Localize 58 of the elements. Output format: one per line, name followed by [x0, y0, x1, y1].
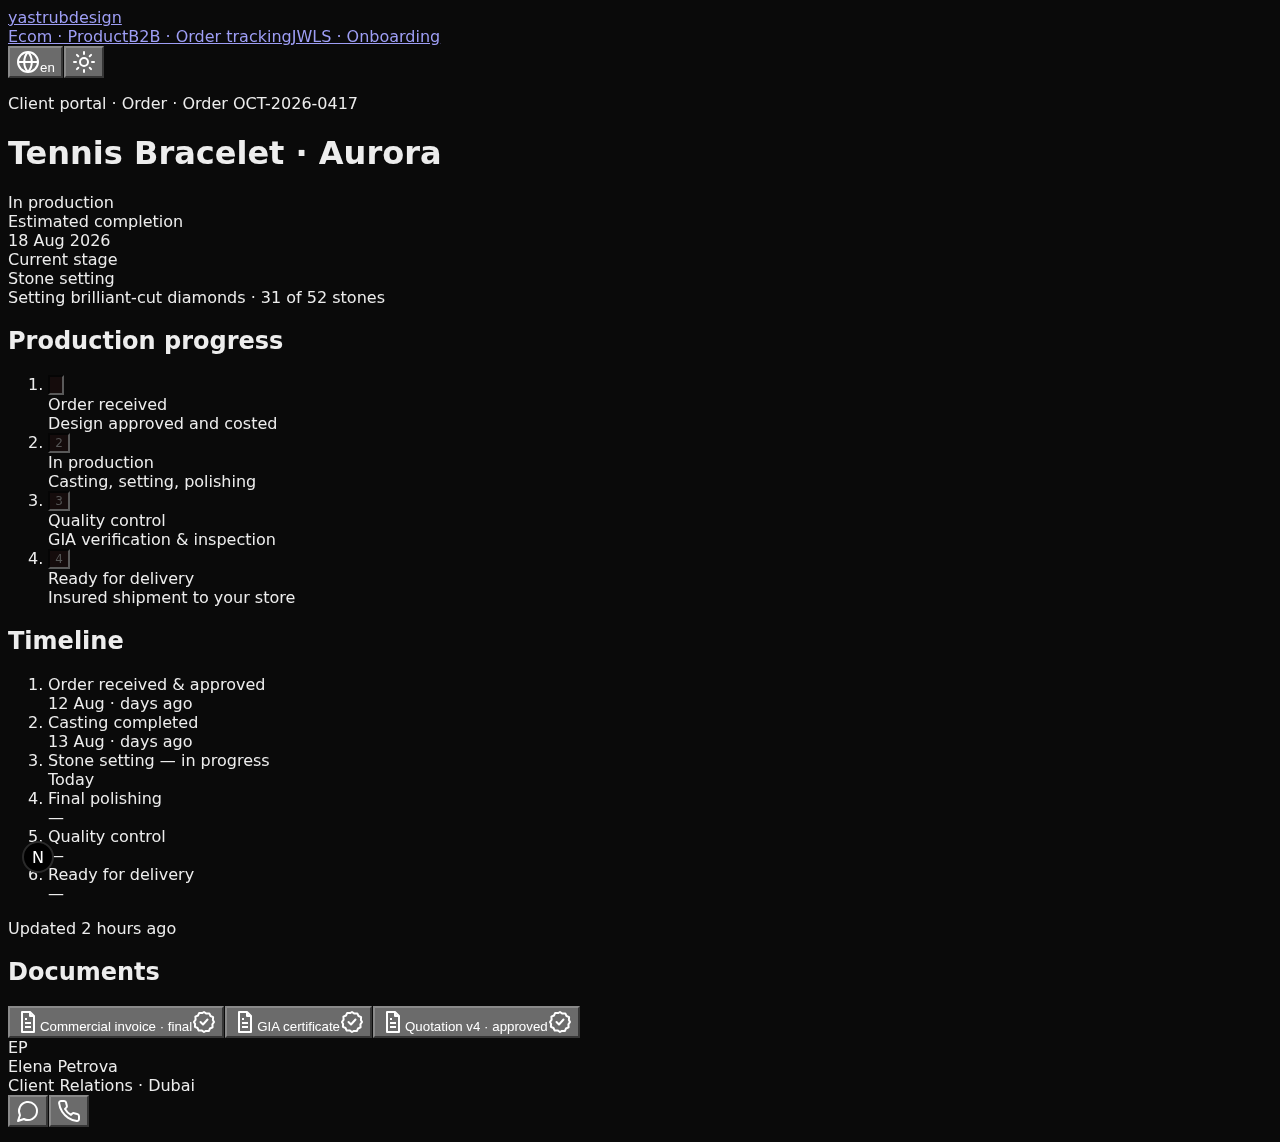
breadcrumb: Client portal · Order · Order OCT-2026-0417 [8, 94, 360, 113]
section-heading: Timeline [8, 627, 125, 655]
brand-link[interactable]: yastrubdesign [8, 8, 122, 27]
document-button[interactable]: Commercial invoice · final [8, 1006, 225, 1038]
list-number: 1. [28, 675, 44, 694]
step-title: In production [48, 453, 155, 472]
stage-value: Stone setting [8, 269, 116, 288]
contact-name: Elena Petrova [8, 1057, 119, 1076]
eta-label: Estimated completion [8, 212, 185, 231]
section-heading: Production progress [8, 327, 285, 355]
event-date: — [48, 808, 65, 827]
event-date: Today [48, 770, 96, 789]
step-detail: Casting, setting, polishing [48, 472, 258, 491]
step-detail: GIA verification & inspection [48, 530, 277, 549]
step-indicator: 4 [48, 549, 70, 569]
list-number: 2. [28, 713, 44, 732]
document-button[interactable]: GIA certificate [225, 1006, 372, 1038]
event-date: — [48, 884, 65, 903]
sun-icon [71, 50, 96, 74]
phone-button[interactable] [49, 1095, 89, 1127]
eta-value: 18 Aug 2026 [8, 231, 112, 250]
step-indicator: 3 [48, 491, 70, 511]
globe-icon [16, 50, 40, 74]
step-detail: Design approved and costed [48, 414, 279, 433]
step-title: Order received [48, 395, 169, 414]
nav-link[interactable]: Ecom · Product [8, 27, 129, 46]
section-heading: Documents [8, 958, 161, 986]
stage-label: Current stage [8, 250, 119, 269]
status-text: In production [8, 193, 115, 212]
stage-detail: Setting brilliant-cut diamonds · 31 of 52 stones [8, 288, 386, 307]
page-title: Tennis Bracelet · Aurora [8, 134, 443, 172]
step-indicator: 2 [48, 433, 70, 453]
updated-text: Updated 2 hours ago [8, 919, 178, 938]
event-date: 12 Aug · days ago [48, 694, 194, 713]
step-title: Ready for delivery [48, 569, 196, 588]
list-number: 4. [28, 549, 44, 568]
event-title: Final polishing [48, 789, 163, 808]
phone-icon [57, 1099, 81, 1123]
nav-link[interactable]: JWLS · Onboarding [291, 27, 441, 46]
contact-initials: EP [8, 1038, 29, 1057]
event-title: Casting completed [48, 713, 200, 732]
theme-toggle-button[interactable] [63, 46, 104, 78]
list-number: 4. [28, 789, 44, 808]
list-number: 3. [28, 751, 44, 770]
step-title: Quality control [48, 511, 167, 530]
contact-role: Client Relations · Dubai [8, 1076, 196, 1095]
nav-link[interactable]: B2B · Order tracking [128, 27, 292, 46]
document-button[interactable]: Quotation v4 · approved [373, 1006, 580, 1038]
step-detail: Insured shipment to your store [48, 588, 297, 607]
event-title: Stone setting — in progress [48, 751, 271, 770]
chat-button[interactable] [8, 1095, 48, 1127]
language-button[interactable]: en [8, 46, 63, 78]
chat-bubble-icon [16, 1099, 40, 1123]
event-date: 13 Aug · days ago [48, 732, 194, 751]
list-number: 3. [28, 491, 44, 510]
list-number: 2. [28, 433, 44, 452]
list-number: 1. [28, 375, 44, 394]
event-title: Order received & approved [48, 675, 267, 694]
